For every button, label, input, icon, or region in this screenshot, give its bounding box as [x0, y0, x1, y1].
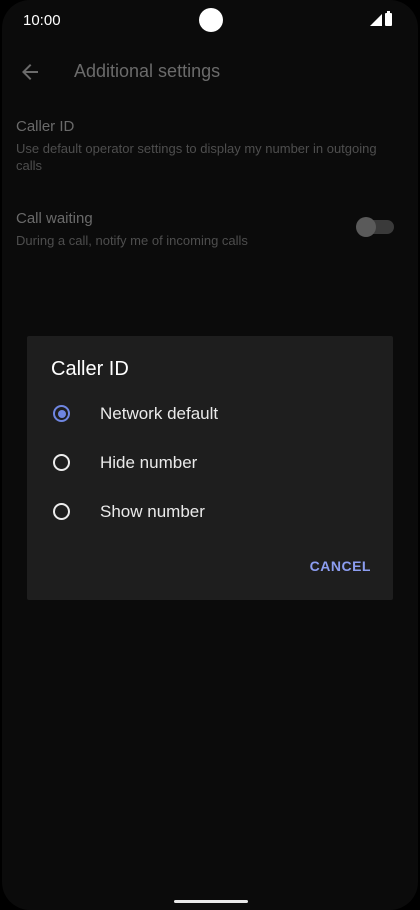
home-indicator[interactable]	[174, 900, 248, 903]
option-label: Hide number	[100, 453, 198, 472]
option-label: Network default	[100, 404, 219, 423]
cancel-button[interactable]: CANCEL	[310, 558, 371, 574]
dialog-title: Caller ID	[51, 358, 129, 380]
option-show-number[interactable]: Show number	[27, 493, 393, 533]
caller-id-dialog: Caller ID Network default Hide number Sh…	[27, 336, 393, 600]
radio-selected-icon[interactable]	[53, 405, 70, 422]
option-hide-number[interactable]: Hide number	[27, 444, 393, 484]
option-label: Show number	[100, 502, 205, 521]
option-network-default[interactable]: Network default	[27, 395, 393, 435]
radio-unselected-icon[interactable]	[53, 503, 70, 520]
phone-screen: 10:00 Additional settings Caller ID Use …	[2, 0, 418, 910]
radio-unselected-icon[interactable]	[53, 454, 70, 471]
